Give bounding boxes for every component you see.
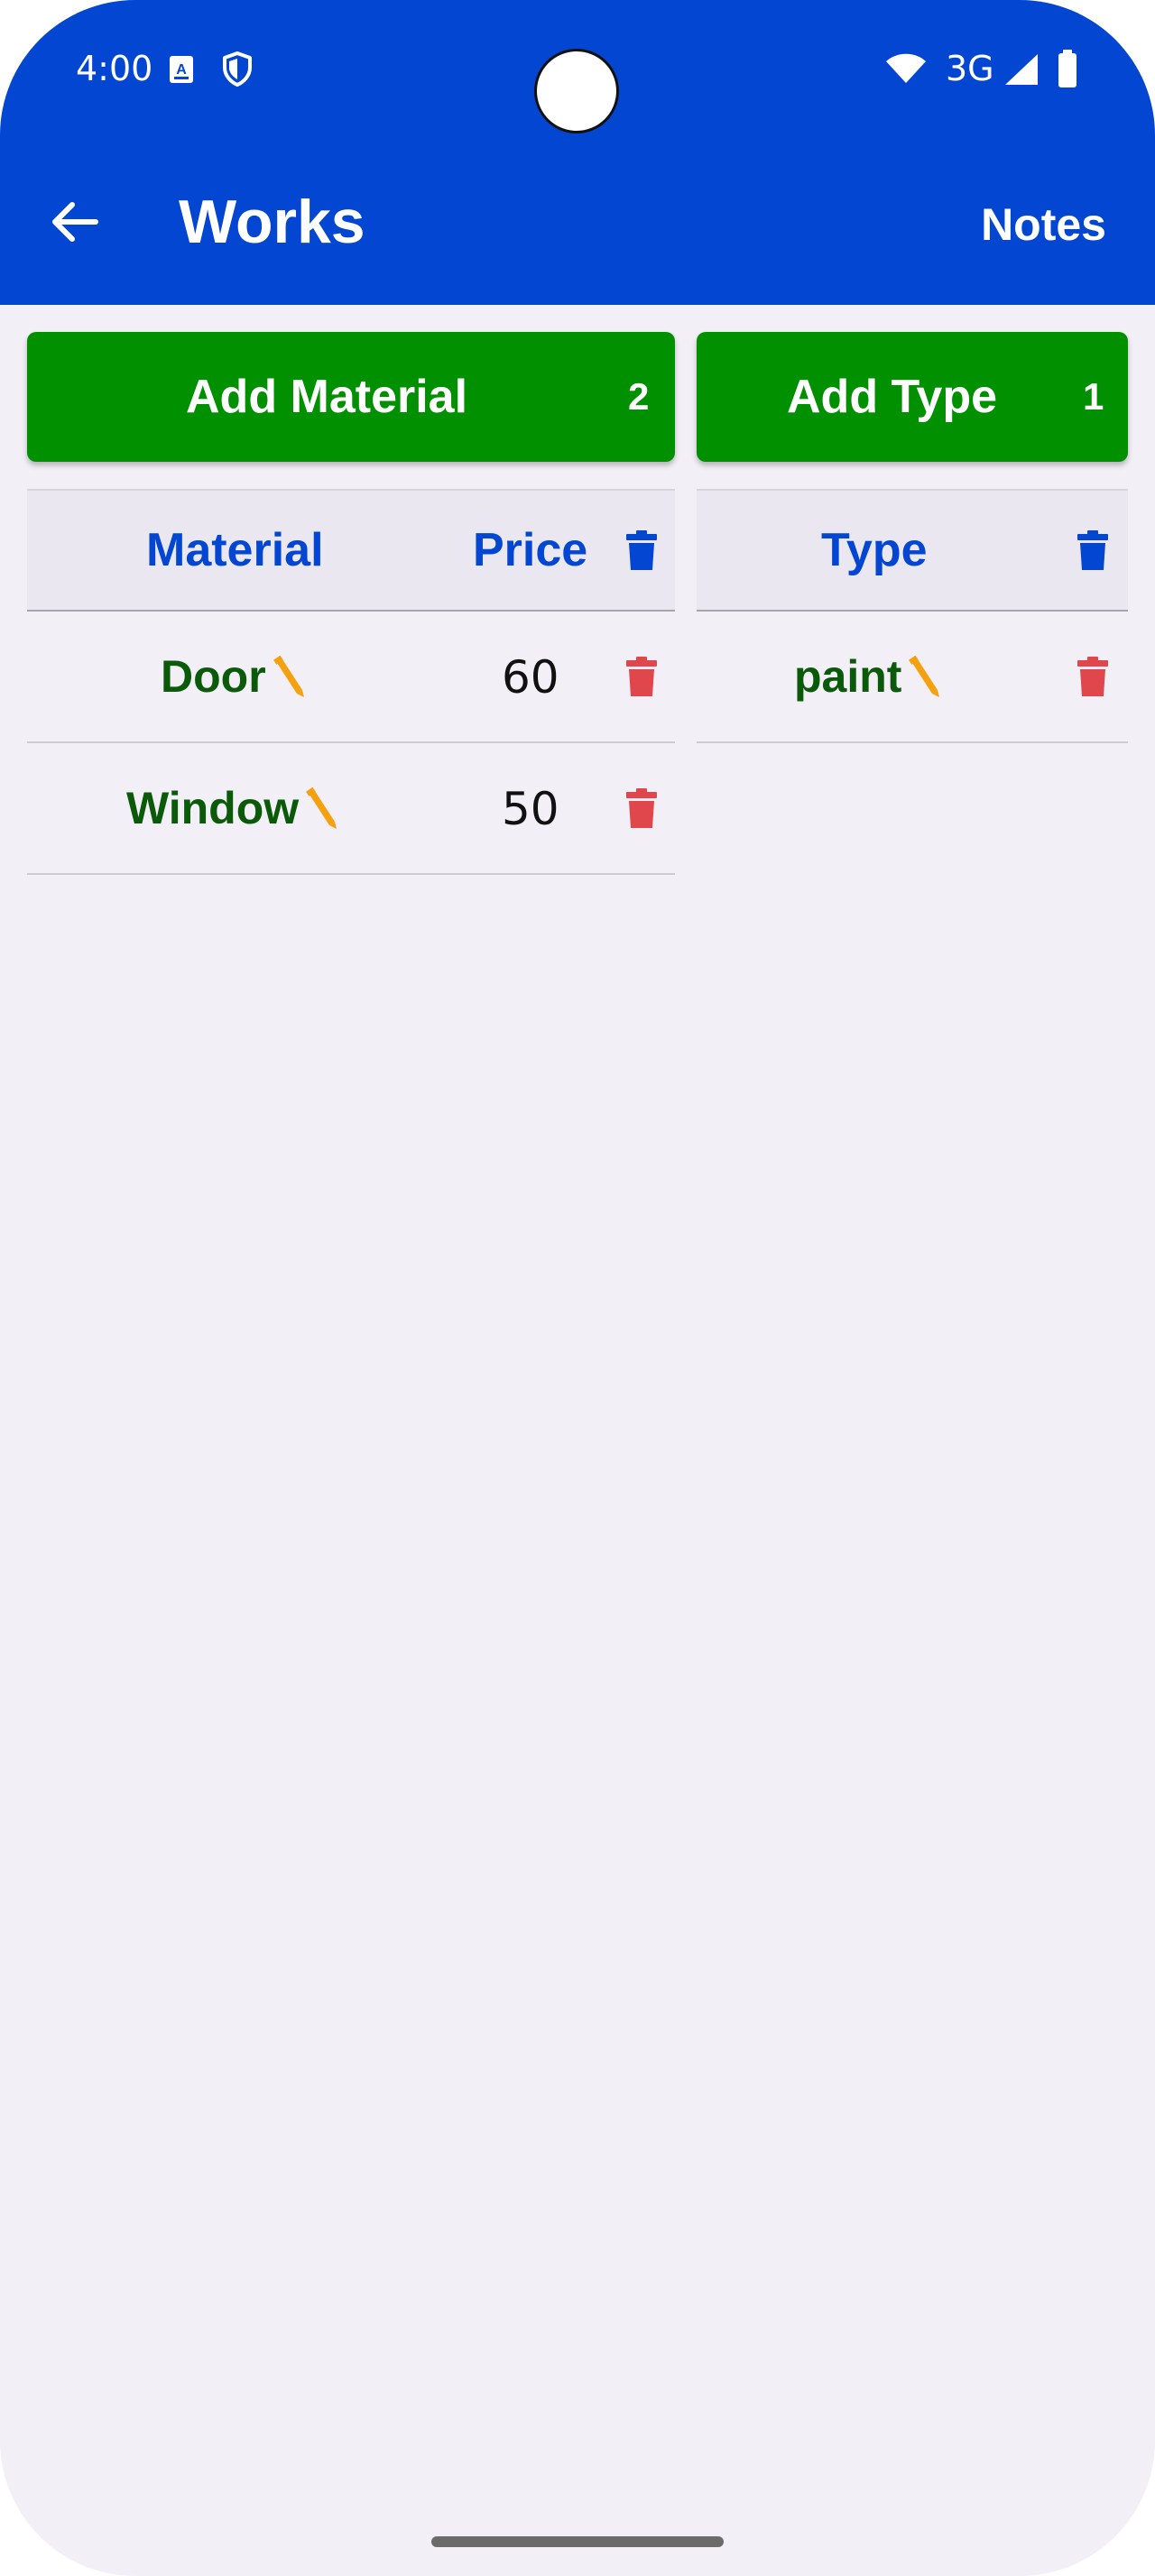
- notes-button[interactable]: Notes: [981, 197, 1106, 253]
- camera-cutout: [534, 49, 619, 133]
- shield-icon: [223, 51, 252, 87]
- table-row: Door 60: [27, 612, 675, 743]
- add-type-button[interactable]: Add Type 1: [697, 332, 1128, 462]
- material-count-badge: 2: [628, 375, 650, 418]
- wifi-icon: [886, 53, 926, 83]
- status-time: 4:00: [76, 49, 153, 88]
- type-name-cell[interactable]: paint: [794, 612, 941, 741]
- network-type: 3G: [946, 49, 994, 88]
- price-column-header: Price: [473, 524, 588, 576]
- material-name: Window: [126, 783, 300, 833]
- material-price: 50: [502, 783, 559, 835]
- material-name: Door: [161, 651, 266, 702]
- type-name: paint: [794, 651, 902, 702]
- home-indicator[interactable]: [431, 2536, 724, 2547]
- battery-icon: [1058, 50, 1076, 87]
- add-type-label: Add Type: [787, 371, 998, 423]
- keyboard-notification-icon: A: [170, 56, 193, 83]
- material-name-cell[interactable]: Window: [126, 743, 338, 873]
- page-title: Works: [179, 188, 365, 256]
- table-row: Window 50: [27, 743, 675, 875]
- type-column-header: Type: [821, 524, 928, 576]
- app-bar: 4:00 A 3G Works Notes: [0, 0, 1155, 305]
- delete-all-types-icon[interactable]: [1077, 530, 1108, 570]
- delete-type-icon[interactable]: [1077, 657, 1108, 696]
- type-count-badge: 1: [1083, 375, 1104, 418]
- delete-all-materials-icon[interactable]: [626, 530, 657, 570]
- pencil-icon[interactable]: [907, 655, 941, 697]
- delete-material-icon[interactable]: [626, 657, 657, 696]
- delete-material-icon[interactable]: [626, 788, 657, 828]
- back-arrow-icon[interactable]: [45, 191, 106, 253]
- pencil-icon[interactable]: [272, 655, 306, 697]
- material-name-cell[interactable]: Door: [161, 612, 306, 741]
- table-row: paint: [697, 612, 1128, 743]
- pencil-icon[interactable]: [304, 787, 338, 829]
- status-bar: 4:00 A 3G: [0, 0, 1155, 144]
- cellular-signal-icon: [1005, 54, 1038, 85]
- phone-screen: 4:00 A 3G Works Notes Add Material 2 Add…: [0, 0, 1155, 2576]
- materials-table-header: Material Price: [27, 489, 675, 612]
- material-price: 60: [502, 651, 559, 704]
- add-material-button[interactable]: Add Material 2: [27, 332, 675, 462]
- material-column-header: Material: [146, 524, 324, 576]
- add-material-label: Add Material: [186, 371, 468, 423]
- types-table-header: Type: [697, 489, 1128, 612]
- svg-text:A: A: [176, 62, 187, 78]
